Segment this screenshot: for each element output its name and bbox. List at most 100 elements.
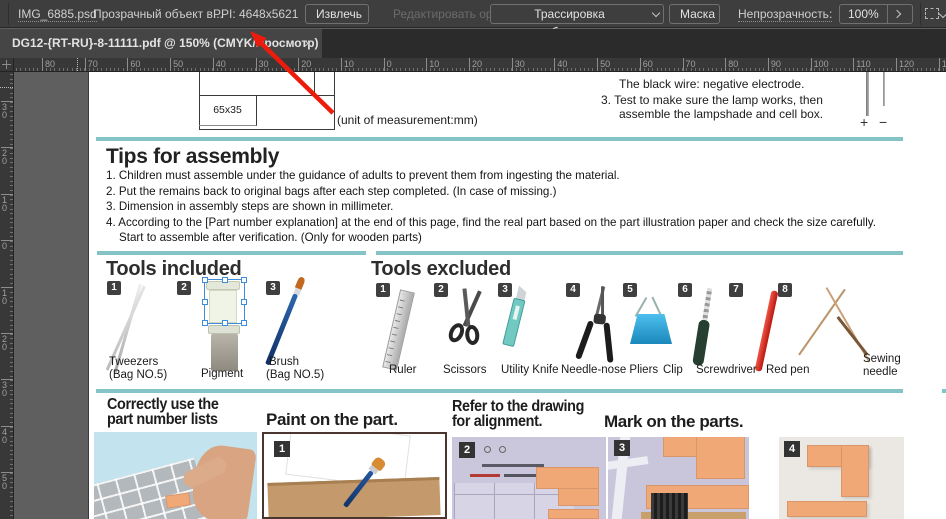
- ruler-tick: [10, 375, 13, 377]
- tips-item: 4. According to the [Part number explana…: [106, 215, 876, 245]
- smart-object-filename[interactable]: IMG_6885.psd: [18, 0, 97, 28]
- image-trace-button[interactable]: Трассировка изображения: [490, 4, 649, 39]
- ruler-tick: [891, 68, 893, 71]
- transform-marquee-icon[interactable]: [925, 8, 939, 19]
- ruler-tick: [37, 68, 39, 71]
- selection-handle[interactable]: [241, 320, 247, 326]
- screwdriver-image: [689, 287, 719, 369]
- ruler-tick: [665, 68, 667, 71]
- pigment-jar-image: [211, 334, 238, 371]
- section-divider-fragment: [942, 389, 946, 393]
- ruler-tick: [413, 68, 415, 71]
- ruler-tick: [767, 58, 769, 71]
- ruler-tick: [165, 68, 167, 71]
- ruler-tick: [10, 222, 13, 224]
- ruler-number: 40: [557, 59, 568, 69]
- red-pen-image: [754, 290, 779, 372]
- ruler-tick: [874, 68, 876, 71]
- selection-handle[interactable]: [202, 299, 208, 305]
- ruler-tick: [10, 403, 13, 405]
- selection-bounding-box[interactable]: [202, 277, 247, 326]
- selection-handle[interactable]: [202, 320, 208, 326]
- ruler-tick: [195, 68, 197, 71]
- selection-handle[interactable]: [241, 299, 247, 305]
- ruler-tick: [10, 87, 13, 89]
- guide-title: Refer to the drawing for alignment.: [452, 399, 599, 430]
- document-tab[interactable]: DG12-{RT-RU}-8-11111.pdf @ 150% (CMYK/Пр…: [0, 29, 322, 58]
- ruler-tick: [571, 68, 573, 71]
- ruler-tick: [255, 58, 257, 71]
- ruler-tick: [592, 68, 594, 71]
- ruler-tick: [10, 319, 13, 321]
- ruler-tick: [716, 68, 718, 71]
- ruler-tick: [10, 203, 13, 205]
- tab-bar: DG12-{RT-RU}-8-11111.pdf @ 150% (CMYK/Пр…: [0, 29, 946, 58]
- ruler-tick: [10, 166, 13, 168]
- ruler-tick: [554, 58, 556, 71]
- ruler-tick: [10, 315, 13, 317]
- ruler-tick: [626, 68, 628, 71]
- ruler-tick: [464, 68, 466, 71]
- ruler-tick: [579, 68, 581, 71]
- tips-item: 1. Children must assemble under the guid…: [106, 169, 620, 182]
- selection-handle[interactable]: [241, 277, 247, 283]
- ruler-tick: [10, 292, 13, 294]
- guide-title: Correctly use the part number lists: [107, 397, 231, 428]
- ruler-tick: [10, 83, 13, 85]
- ruler-tick: [327, 68, 329, 71]
- ruler-number: 2 0: [2, 334, 8, 352]
- orange-part: [536, 467, 599, 489]
- document-tab-title: DG12-{RT-RU}-8-11111.pdf @ 150% (CMYK/Пр…: [12, 36, 319, 50]
- extract-button[interactable]: Извлечь: [305, 4, 369, 24]
- selection-handle[interactable]: [202, 277, 208, 283]
- ruler-tick: [80, 68, 82, 71]
- ruler-tick: [10, 398, 13, 400]
- ruler-number: 30: [514, 59, 525, 69]
- ruler-tick: [489, 68, 491, 71]
- tool-label: Red pen: [766, 364, 810, 376]
- ruler-tick: [10, 431, 13, 433]
- ruler-tick: [148, 68, 150, 71]
- ruler-tick: [370, 68, 372, 71]
- tiny-text-line-red: [470, 474, 500, 477]
- tool-label: Ruler: [389, 364, 417, 376]
- ruler-tick: [618, 68, 620, 71]
- step-badge: 4: [784, 441, 800, 457]
- ruler-tick: [170, 58, 172, 71]
- ruler-tick: [20, 68, 22, 71]
- ruler-number: 100: [813, 59, 829, 69]
- selection-handle[interactable]: [222, 320, 228, 326]
- ruler-tick: [10, 138, 13, 140]
- image-trace-dropdown-button[interactable]: [648, 4, 664, 24]
- ruler-number: 70: [685, 59, 696, 69]
- ruler-tick: [10, 74, 13, 75]
- orange-part: [696, 437, 745, 479]
- ruler-tick: [10, 361, 13, 363]
- ruler-tick: [289, 68, 291, 71]
- opacity-combo[interactable]: 100%: [839, 4, 913, 24]
- ruler-tick: [10, 78, 13, 80]
- photo-refer-drawing: 2: [452, 437, 606, 519]
- document-page: 65x35 (unit of measurement:mm) The black…: [88, 72, 946, 519]
- step-badge: 2: [459, 442, 475, 458]
- ruler-tick: [212, 58, 214, 71]
- selection-handle[interactable]: [222, 277, 228, 283]
- ruler-tick: [340, 58, 342, 71]
- ruler-tick: [10, 171, 13, 173]
- ruler-tick: [10, 366, 13, 368]
- tab-close-icon[interactable]: ×: [304, 29, 312, 58]
- ruler-tick: [741, 68, 743, 71]
- mask-button[interactable]: Маска: [669, 4, 720, 24]
- ruler-number: 0: [386, 59, 392, 69]
- ruler-tick: [62, 68, 64, 71]
- pasteboard: [14, 72, 88, 519]
- opacity-label-text: Непрозрачность:: [738, 7, 833, 22]
- section-divider: [376, 251, 903, 255]
- ruler-tick: [10, 162, 13, 164]
- ruler-tick: [10, 125, 13, 127]
- ruler-tick: [575, 68, 577, 71]
- photo-mark-on-parts: 4: [779, 437, 904, 519]
- tool-number-badge: 3: [498, 283, 512, 297]
- ruler-tick: [703, 68, 705, 71]
- ruler-tick: [541, 68, 543, 71]
